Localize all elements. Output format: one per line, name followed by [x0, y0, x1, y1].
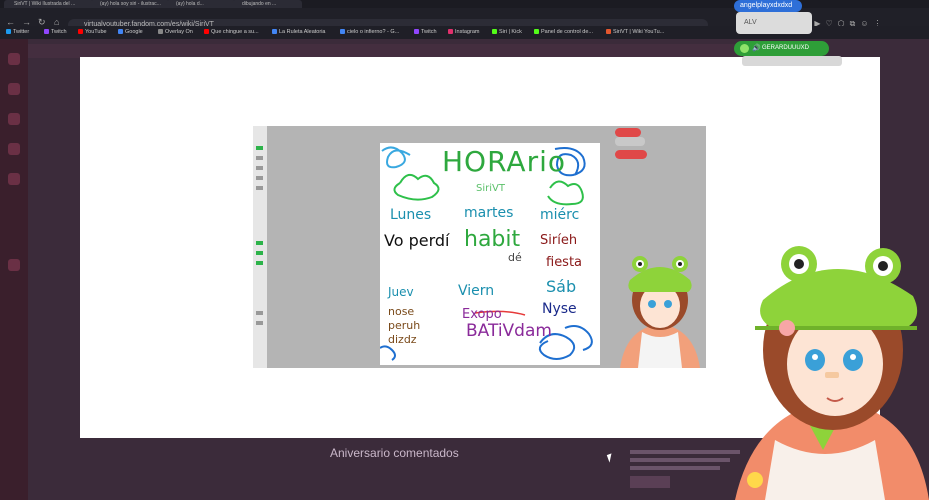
fandom-logo-icon[interactable] — [8, 53, 20, 65]
google-icon — [118, 29, 123, 34]
note-friday-1: Exopo — [462, 307, 502, 322]
tool-icon — [256, 321, 263, 325]
fandom-side-nav — [0, 39, 28, 500]
twitch-icon — [44, 29, 49, 34]
chat-message-bubble: ALV — [736, 12, 812, 34]
browser-tab[interactable]: SiriVT | Wiki Ilustrada del ... — [4, 0, 94, 8]
bookmark-label: Panel de control de... — [541, 29, 593, 35]
day-wednesday: miérc — [540, 207, 580, 223]
instagram-icon — [448, 29, 453, 34]
bookmark-item[interactable]: cielo o infierno? - G... — [340, 29, 399, 35]
stream-chat-badge — [615, 150, 647, 159]
tool-icon — [256, 261, 263, 265]
voice-indicator-shadow — [742, 56, 842, 66]
overlay-icon — [158, 29, 163, 34]
bookmark-item[interactable]: Twitter — [6, 29, 29, 35]
bookmark-label: Overlay On — [165, 29, 193, 35]
tool-icon — [256, 311, 263, 315]
wiki-header — [28, 44, 768, 58]
voice-indicator: 🔊 GERARDUUUXD — [734, 41, 829, 56]
tool-icon — [256, 166, 263, 170]
nav-icon[interactable] — [8, 173, 20, 185]
day-saturday: Sáb — [546, 277, 577, 296]
nav-icon[interactable] — [8, 83, 20, 95]
note-de: dé — [508, 251, 522, 264]
bookmark-label: Google — [125, 29, 143, 35]
bookmark-label: La Ruleta Aleatoria — [279, 29, 326, 35]
day-tuesday: martes — [464, 205, 514, 221]
note-monday: Vo perdí — [384, 231, 450, 250]
tool-icon — [256, 186, 263, 190]
fandom-icon — [606, 29, 611, 34]
youtube-icon — [78, 29, 83, 34]
bookmark-item[interactable]: Google — [118, 29, 143, 35]
note-saturday: Nyse — [542, 301, 577, 317]
tool-icon — [256, 251, 263, 255]
paint-toolbar — [253, 126, 267, 368]
bookmark-label: Instagram — [455, 29, 480, 35]
bookmark-label: Siri | Kick — [499, 29, 522, 35]
schedule-title: HORArio — [442, 145, 566, 178]
browser-tab[interactable]: dibujando en ... — [232, 0, 302, 8]
google-icon — [340, 29, 345, 34]
tool-icon — [256, 156, 263, 160]
bookmark-label: Twitter — [13, 29, 30, 35]
bookmark-label: Que chingue a su... — [211, 29, 259, 35]
small-vtuber-avatar — [620, 256, 700, 368]
voice-username: GERARDUUUXD — [762, 45, 810, 51]
youtube-icon — [204, 29, 209, 34]
bookmark-item[interactable]: Twitch — [414, 29, 437, 35]
tool-icon — [256, 241, 263, 245]
note-thursday-1: nose — [388, 305, 415, 318]
section-title: Aniversario comentados — [330, 446, 459, 460]
bookmark-item[interactable]: YouTube — [78, 29, 107, 35]
kick-icon — [534, 29, 539, 34]
bookmark-item[interactable]: SiriVT | Wiki YouTu... — [606, 29, 664, 35]
tool-icon — [256, 176, 263, 180]
twitter-icon — [6, 29, 11, 34]
bookmark-item[interactable]: Overlay On — [158, 29, 193, 35]
note-fiesta: fiesta — [546, 255, 583, 270]
bookmark-label: YouTube — [85, 29, 107, 35]
note-thursday-2: peruh — [388, 319, 421, 332]
speaker-icon: 🔊 — [752, 45, 761, 52]
bookmark-item[interactable]: La Ruleta Aleatoria — [272, 29, 325, 35]
bookmark-item[interactable]: Panel de control de... — [534, 29, 593, 35]
day-thursday: Juev — [388, 285, 414, 299]
bookmark-label: cielo o infierno? - G... — [347, 29, 400, 35]
note-tuesday: habit — [464, 227, 521, 252]
note-thursday-3: dizdz — [388, 333, 417, 346]
bookmark-item[interactable]: Twitch — [44, 29, 67, 35]
day-friday: Viern — [458, 283, 495, 299]
bookmark-label: Twitch — [421, 29, 437, 35]
twitch-icon — [414, 29, 419, 34]
nav-icon[interactable] — [8, 113, 20, 125]
drawing-canvas: HORArio SiriVT Lunes martes miérc Vo per… — [380, 143, 600, 365]
bookmark-label: Twitch — [51, 29, 67, 35]
nav-icon[interactable] — [8, 259, 20, 271]
browser-tab[interactable]: (ay) hola soy siri - ilustrac... — [90, 0, 170, 8]
voice-avatar-icon — [740, 44, 749, 53]
bookmark-label: SiriVT | Wiki YouTu... — [613, 29, 665, 35]
note-wednesday: Siríeh — [540, 233, 578, 248]
stream-chat-badge — [615, 128, 641, 137]
stream-chat-message — [615, 137, 645, 146]
chat-username-badge: angelplayxdxdxd — [734, 0, 802, 12]
nav-icon[interactable] — [8, 143, 20, 155]
vtuber-avatar — [735, 246, 929, 500]
google-icon — [272, 29, 277, 34]
signature: SiriVT — [476, 183, 505, 194]
kick-icon — [492, 29, 497, 34]
bookmark-item[interactable]: Siri | Kick — [492, 29, 522, 35]
tool-icon — [256, 146, 263, 150]
browser-tab[interactable]: (ay) hola d... — [166, 0, 236, 8]
day-monday: Lunes — [390, 207, 432, 223]
bookmark-item[interactable]: Que chingue a su... — [204, 29, 259, 35]
bookmark-item[interactable]: Instagram — [448, 29, 479, 35]
note-friday-2: BATiVdam — [466, 321, 552, 341]
